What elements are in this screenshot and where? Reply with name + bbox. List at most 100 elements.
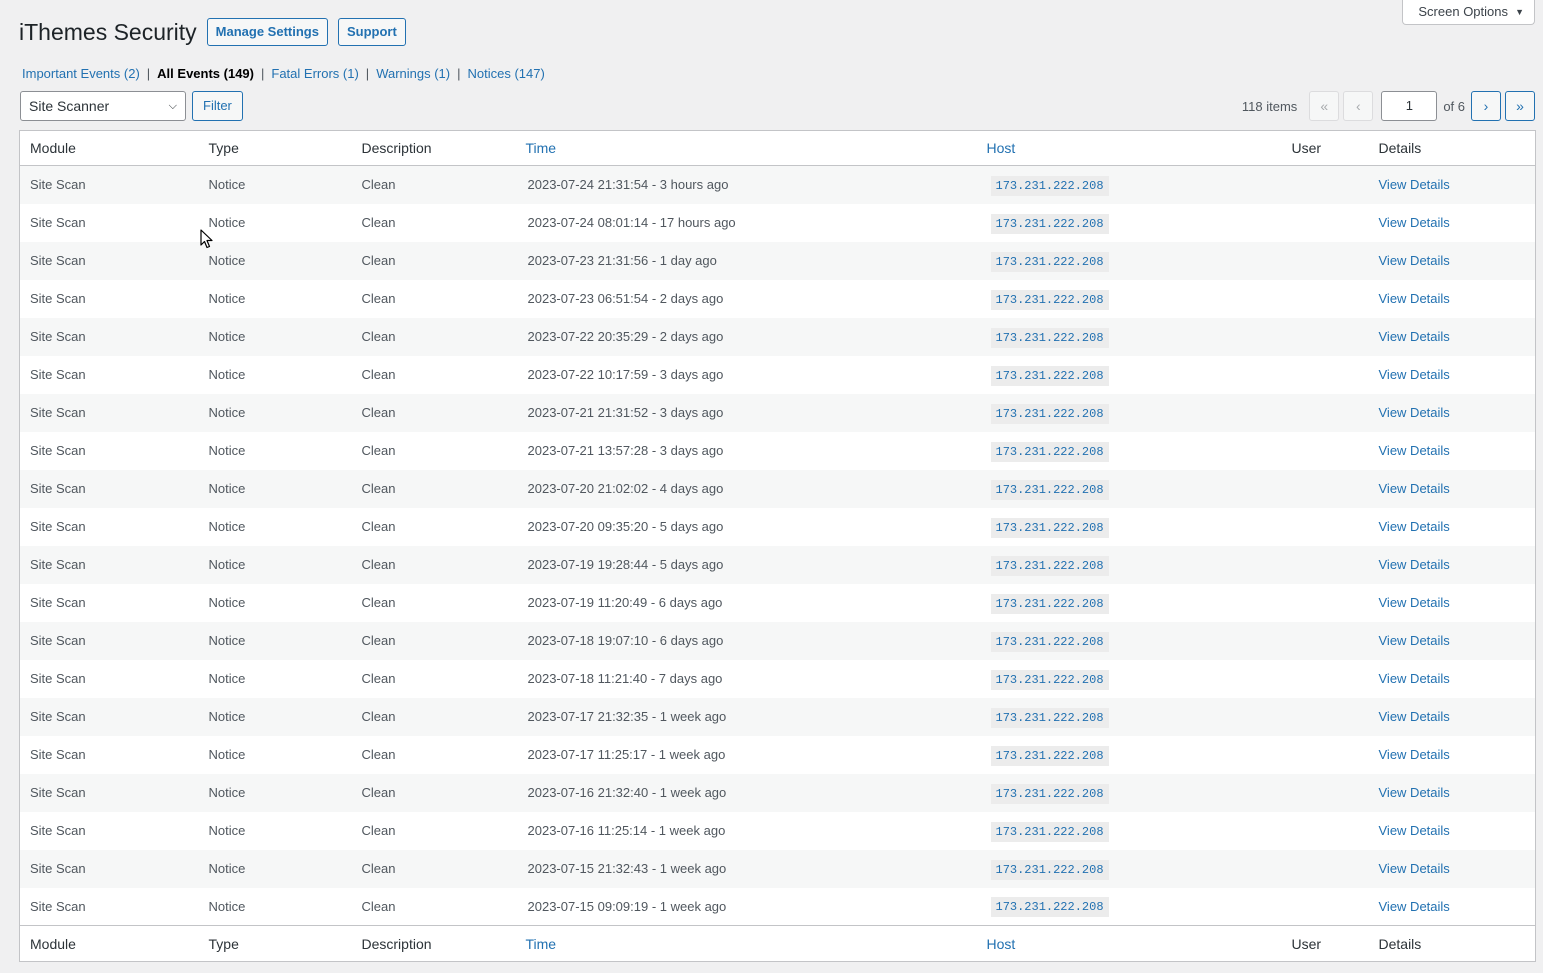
host-ip[interactable]: 173.231.222.208 bbox=[990, 213, 1109, 234]
view-details-link[interactable]: View Details bbox=[1379, 291, 1450, 306]
cell-type: Notice bbox=[208, 177, 246, 193]
view-link[interactable]: Notices (147) bbox=[468, 66, 545, 81]
manage-settings-button[interactable]: Manage Settings bbox=[206, 18, 328, 46]
host-ip[interactable]: 173.231.222.208 bbox=[990, 783, 1109, 804]
host-ip[interactable]: 173.231.222.208 bbox=[990, 441, 1109, 462]
table-row: Site Scan Notice Clean 2023-07-19 11:20:49 … bbox=[20, 584, 1536, 622]
cell-description: Clean bbox=[361, 253, 396, 268]
page-header: iThemes Security Manage Settings Support bbox=[19, 17, 416, 47]
table-row: Site Scan Notice Clean 2023-07-17 11:25:17 … bbox=[20, 736, 1536, 774]
host-ip[interactable]: 173.231.222.208 bbox=[990, 707, 1109, 728]
host-ip[interactable]: 173.231.222.208 bbox=[990, 859, 1109, 880]
host-ip[interactable]: 173.231.222.208 bbox=[990, 517, 1109, 538]
column-time-sort[interactable]: Time bbox=[515, 130, 977, 166]
host-ip[interactable]: 173.231.222.208 bbox=[990, 631, 1109, 652]
view-details-link[interactable]: View Details bbox=[1379, 519, 1450, 534]
view-details-link[interactable]: View Details bbox=[1379, 785, 1450, 800]
module-filter-select[interactable]: Site Scanner ⌵ bbox=[20, 91, 186, 121]
cell-description: Clean bbox=[361, 898, 396, 914]
cell-details: View Details bbox=[1369, 736, 1536, 774]
cell-host: 173.231.222.208 bbox=[977, 888, 1282, 926]
cell-description: Clean bbox=[361, 405, 396, 420]
view-details-link[interactable]: View Details bbox=[1379, 861, 1450, 876]
column-user: User bbox=[1281, 130, 1369, 166]
table-row: Site Scan Notice Clean 2023-07-23 06:51:54 … bbox=[20, 280, 1536, 318]
cell-description: Clean bbox=[361, 633, 396, 648]
view-link[interactable]: Fatal Errors (1) bbox=[271, 66, 358, 81]
cell-time: 2023-07-18 11:21:40 - 7 days ago bbox=[527, 671, 723, 686]
view-details-link[interactable]: View Details bbox=[1379, 443, 1450, 458]
cell-details: View Details bbox=[1369, 660, 1536, 698]
cell-user bbox=[1282, 166, 1369, 204]
host-ip[interactable]: 173.231.222.208 bbox=[990, 175, 1109, 196]
view-details-link[interactable]: View Details bbox=[1379, 747, 1450, 762]
pagination: 118 items « ‹ 1 of 6 › » bbox=[1242, 91, 1535, 121]
view-details-link[interactable]: View Details bbox=[1379, 633, 1450, 648]
cell-description: Clean bbox=[361, 481, 396, 496]
view-details-link[interactable]: View Details bbox=[1379, 823, 1450, 838]
host-ip[interactable]: 173.231.222.208 bbox=[990, 327, 1109, 348]
cell-time: 2023-07-18 19:07:10 - 6 days ago bbox=[527, 633, 724, 648]
filter-button[interactable]: Filter bbox=[192, 91, 243, 121]
cell-type: Notice bbox=[208, 898, 246, 914]
footer-column-host-sort[interactable]: Host bbox=[976, 925, 1282, 962]
column-description: Description bbox=[351, 130, 516, 166]
view-details-link[interactable]: View Details bbox=[1379, 405, 1450, 420]
host-ip[interactable]: 173.231.222.208 bbox=[990, 479, 1109, 500]
host-ip[interactable]: 173.231.222.208 bbox=[990, 593, 1109, 614]
last-page-button[interactable]: » bbox=[1505, 91, 1535, 121]
current-page-input[interactable]: 1 bbox=[1381, 91, 1438, 121]
cell-details: View Details bbox=[1369, 470, 1536, 508]
view-details-link[interactable]: View Details bbox=[1379, 671, 1450, 686]
cell-user bbox=[1282, 622, 1369, 660]
cell-details: View Details bbox=[1369, 850, 1536, 888]
cell-time: 2023-07-22 20:35:29 - 2 days ago bbox=[527, 329, 724, 344]
view-link[interactable]: All Events (149) bbox=[157, 66, 254, 81]
view-details-link[interactable]: View Details bbox=[1379, 253, 1450, 268]
screen-options-label: Screen Options bbox=[1418, 4, 1508, 19]
total-pages: of 6 bbox=[1443, 98, 1465, 114]
cell-type: Notice bbox=[208, 443, 246, 458]
cell-module: Site Scan bbox=[30, 177, 86, 193]
caret-down-icon: ▼ bbox=[1515, 7, 1524, 17]
cell-module: Site Scan bbox=[30, 253, 86, 268]
cell-time: 2023-07-24 08:01:14 - 17 hours ago bbox=[527, 215, 736, 230]
host-ip[interactable]: 173.231.222.208 bbox=[990, 555, 1109, 576]
column-host-sort[interactable]: Host bbox=[976, 130, 1282, 166]
view-details-link[interactable]: View Details bbox=[1379, 177, 1450, 192]
cell-type: Notice bbox=[208, 595, 246, 610]
next-page-button[interactable]: › bbox=[1471, 91, 1501, 121]
first-page-button: « bbox=[1309, 91, 1340, 121]
cell-host: 173.231.222.208 bbox=[977, 736, 1282, 774]
cell-time: 2023-07-17 11:25:17 - 1 week ago bbox=[527, 747, 726, 762]
view-details-link[interactable]: View Details bbox=[1379, 367, 1450, 382]
cell-host: 173.231.222.208 bbox=[977, 508, 1282, 546]
host-ip[interactable]: 173.231.222.208 bbox=[990, 251, 1109, 272]
host-ip[interactable]: 173.231.222.208 bbox=[990, 745, 1109, 766]
view-link[interactable]: Warnings (1) bbox=[376, 66, 450, 81]
view-details-link[interactable]: View Details bbox=[1379, 481, 1450, 496]
view-details-link[interactable]: View Details bbox=[1379, 899, 1450, 914]
view-details-link[interactable]: View Details bbox=[1379, 595, 1450, 610]
host-ip[interactable]: 173.231.222.208 bbox=[990, 669, 1109, 690]
footer-column-time-sort[interactable]: Time bbox=[515, 925, 977, 962]
view-details-link[interactable]: View Details bbox=[1379, 709, 1450, 724]
screen-options-button[interactable]: Screen Options ▼ bbox=[1402, 0, 1535, 25]
view-details-link[interactable]: View Details bbox=[1379, 557, 1450, 572]
cell-host: 173.231.222.208 bbox=[977, 584, 1282, 622]
cell-module: Site Scan bbox=[30, 785, 86, 800]
host-ip[interactable]: 173.231.222.208 bbox=[990, 897, 1109, 918]
host-ip[interactable]: 173.231.222.208 bbox=[990, 821, 1109, 842]
view-details-link[interactable]: View Details bbox=[1379, 215, 1450, 230]
view-link[interactable]: Important Events (2) bbox=[22, 66, 140, 81]
cell-module: Site Scan bbox=[30, 405, 86, 420]
host-ip[interactable]: 173.231.222.208 bbox=[990, 365, 1109, 386]
table-row: Site Scan Notice Clean 2023-07-16 11:25:14 … bbox=[20, 812, 1536, 850]
cell-type: Notice bbox=[208, 253, 246, 268]
support-button[interactable]: Support bbox=[337, 18, 406, 46]
table-footer-row: Module Type Description Time Host User D… bbox=[19, 925, 1536, 962]
host-ip[interactable]: 173.231.222.208 bbox=[990, 403, 1109, 424]
host-ip[interactable]: 173.231.222.208 bbox=[990, 289, 1109, 310]
cell-module: Site Scan bbox=[30, 633, 86, 648]
view-details-link[interactable]: View Details bbox=[1379, 329, 1450, 344]
